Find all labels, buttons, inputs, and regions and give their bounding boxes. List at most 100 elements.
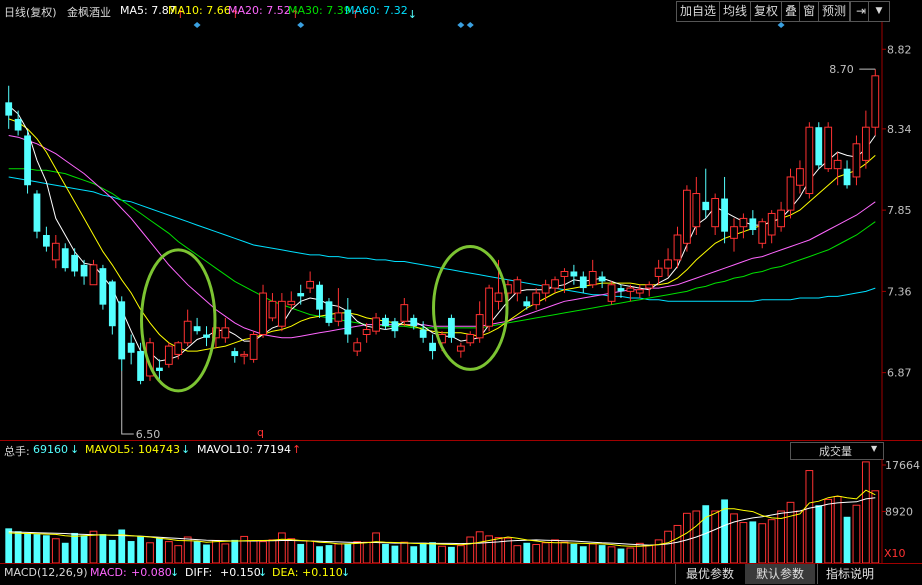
price-annotations: 8.70 6.50 q	[121, 63, 876, 440]
volume-bar-up	[475, 531, 484, 563]
candle-body-down	[598, 276, 606, 282]
volume-tick-label: 8920	[885, 505, 913, 518]
price-chart: 8.70 6.50 q 8.82 8.34 7.85 7.36 6.87	[5, 22, 912, 440]
candle-body-down	[721, 198, 728, 232]
low-label: 6.50	[136, 428, 161, 440]
volume-bar-down	[419, 542, 427, 563]
candle-body-down	[14, 118, 22, 131]
candle-body-up	[664, 259, 672, 269]
volume-bar-up	[645, 545, 654, 563]
candle-body-up	[183, 320, 192, 344]
ma-lines	[8, 105, 876, 362]
add-stock-button[interactable]: 加自选	[676, 1, 721, 22]
indicator-selector[interactable]: 成交量 ▼	[790, 442, 884, 460]
default-params-button[interactable]: 默认参数	[745, 564, 815, 584]
volume-bar-up	[146, 542, 154, 563]
volume-bar-down	[127, 541, 135, 563]
mavol10-arrow: ↑	[292, 443, 302, 456]
volume-bar-up	[861, 461, 870, 563]
candle-body-up	[654, 267, 663, 277]
macd-label: MACD:	[90, 566, 127, 579]
total-volume-label: 总手:	[4, 445, 30, 458]
optimal-params-button[interactable]: 最优参数	[675, 564, 744, 584]
candle-body-up	[372, 317, 380, 332]
candle-body-down	[108, 281, 116, 327]
volume-bar-down	[410, 546, 418, 563]
period-label: 日线(复权)	[4, 6, 57, 19]
ma-legend-item-ma30: MA30: 7.39 ↑	[288, 4, 360, 21]
mavol5-arrow: ↓	[181, 443, 191, 456]
candle-body-up	[277, 300, 286, 327]
volume-bar-up	[824, 498, 833, 563]
volume-bar-up	[51, 538, 60, 563]
q-marker: q	[257, 426, 264, 439]
ma-line-button[interactable]: 均线	[719, 1, 752, 22]
ma20-line	[8, 135, 876, 339]
candle-body-down	[156, 367, 163, 371]
volume-bar-up	[626, 547, 635, 563]
ma-legend-item-ma60: MA60: 7.32 ↓	[345, 4, 417, 21]
volume-bar-down	[382, 543, 389, 563]
candle-body-up	[306, 280, 315, 289]
volume-bar-up	[758, 523, 767, 563]
volume-bar-up	[833, 496, 842, 563]
window-button[interactable]: 窗	[799, 1, 820, 22]
restore-button[interactable]: 复权	[750, 1, 783, 22]
candle-body-down	[80, 264, 88, 277]
volume-bar-up	[664, 530, 672, 563]
candle-body-up	[588, 270, 597, 286]
volume-bar-down	[448, 546, 455, 563]
candle-body-up	[475, 314, 484, 339]
candle-body-up	[513, 279, 522, 294]
candle-body-down	[523, 301, 531, 307]
volume-bars	[5, 461, 880, 563]
candle-body-down	[137, 351, 144, 381]
indicator-selector-label: 成交量	[819, 445, 852, 458]
volume-bar-down	[523, 542, 531, 563]
volume-bar-down	[193, 541, 201, 563]
mavol5-label: MAVOL5:	[85, 443, 135, 456]
candle-body-down	[429, 342, 436, 352]
volume-bar-up	[673, 524, 682, 563]
dea-arrow: ↓	[341, 566, 351, 579]
candle-body-up	[824, 126, 833, 170]
candle-body-up	[456, 345, 465, 352]
candle-body-up	[711, 198, 720, 228]
volume-bar-down	[80, 535, 88, 563]
volume-bar-down	[316, 546, 323, 563]
volume-bar-down	[815, 505, 823, 563]
candle-body-down	[579, 276, 587, 289]
mavol5-value: 104743	[138, 443, 180, 456]
candle-body-down	[203, 334, 210, 338]
candle-body-down	[99, 268, 107, 305]
candle-body-down	[297, 293, 305, 297]
volume-bar-up	[560, 541, 569, 563]
indicator-help-button[interactable]: 指标说明	[817, 564, 882, 584]
volume-bar-up	[249, 540, 258, 563]
volume-bar-down	[570, 543, 578, 563]
candle-body-up	[673, 234, 682, 261]
candle-body-down	[570, 271, 578, 277]
volume-bar-up	[89, 530, 98, 563]
candle-body-down	[193, 326, 201, 332]
overlay-button[interactable]: 叠	[781, 1, 802, 22]
candle-body-down	[815, 127, 823, 166]
volume-bar-up	[513, 545, 522, 563]
candle-body-up	[852, 143, 861, 178]
candle-body-down	[316, 284, 323, 310]
volume-bar-down	[156, 538, 163, 563]
alert-button[interactable]: 预测	[818, 1, 851, 22]
volume-bar-up	[739, 522, 748, 563]
candle-body-up	[164, 345, 173, 365]
candle-body-down	[118, 301, 126, 360]
diff-value: +0.150	[220, 566, 261, 579]
macd-value: +0.080	[131, 566, 172, 579]
candle-body-down	[702, 201, 710, 211]
volume-bar-down	[579, 546, 587, 563]
event-diamond	[457, 22, 465, 28]
volume-bar-down	[203, 544, 210, 563]
dropdown-icon[interactable]: ▼	[868, 1, 890, 22]
candle-body-up	[635, 289, 644, 294]
candle-body-down	[42, 235, 50, 247]
event-diamond	[193, 22, 201, 28]
